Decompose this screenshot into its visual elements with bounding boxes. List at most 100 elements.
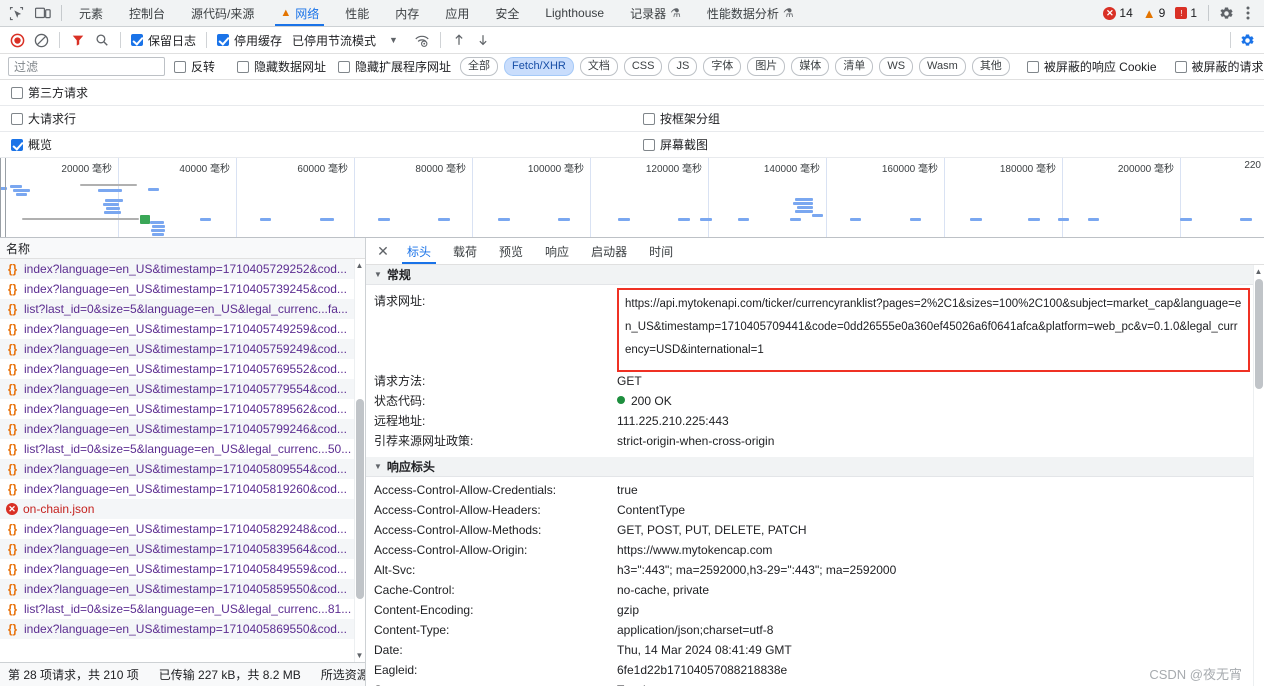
tab-security[interactable]: 安全 <box>482 0 532 26</box>
table-row[interactable]: {} index?language=en_US&timestamp=171040… <box>0 579 365 599</box>
table-row[interactable]: {} index?language=en_US&timestamp=171040… <box>0 259 365 279</box>
disable-cache-checkbox[interactable]: 停用缓存 <box>214 32 285 49</box>
more-options-icon[interactable] <box>1238 3 1258 23</box>
overview-selection-handle[interactable] <box>0 158 6 237</box>
clear-button[interactable] <box>30 29 52 51</box>
tab-elements[interactable]: ▲ 元素 <box>66 0 116 26</box>
tab-lighthouse[interactable]: Lighthouse <box>532 0 617 26</box>
export-har-icon[interactable] <box>472 29 494 51</box>
preserve-log-checkbox[interactable]: 保留日志 <box>128 32 199 49</box>
tab-network[interactable]: ▲ 网络 <box>267 0 332 26</box>
import-har-icon[interactable] <box>448 29 470 51</box>
header-key: Cache-Control: <box>374 583 455 597</box>
filter-type-wasm[interactable]: Wasm <box>919 57 966 76</box>
request-list-scrollbar[interactable]: ▲ ▼ <box>354 259 365 662</box>
scrollbar-thumb[interactable] <box>1255 279 1263 389</box>
filter-input[interactable] <box>8 57 165 76</box>
request-count-status: 第 28 项请求，共 210 项 <box>8 668 139 682</box>
hide-data-urls-checkbox[interactable]: 隐藏数据网址 <box>234 58 329 75</box>
network-status-bar: 第 28 项请求，共 210 项 已传输 227 kB，共 8.2 MB 所选资… <box>0 662 365 686</box>
filter-type-all[interactable]: 全部 <box>460 57 499 76</box>
table-row[interactable]: {} index?language=en_US&timestamp=171040… <box>0 319 365 339</box>
table-row[interactable]: {} index?language=en_US&timestamp=171040… <box>0 419 365 439</box>
table-row[interactable]: {} index?language=en_US&timestamp=171040… <box>0 459 365 479</box>
table-row[interactable]: {} index?language=en_US&timestamp=171040… <box>0 539 365 559</box>
filter-type-manifest[interactable]: 清单 <box>835 57 874 76</box>
table-row[interactable]: {} index?language=en_US&timestamp=171040… <box>0 379 365 399</box>
tab-payload[interactable]: 载荷 <box>442 238 488 264</box>
network-settings-gear-icon[interactable] <box>1236 29 1258 51</box>
tab-label: 网络 <box>295 6 320 21</box>
table-row[interactable]: {} list?last_id=0&size=5&language=en_US&… <box>0 439 365 459</box>
tab-response[interactable]: 响应 <box>534 238 580 264</box>
filter-type-css[interactable]: CSS <box>623 57 663 76</box>
header-key: Content-Type: <box>374 623 450 637</box>
table-row[interactable]: {} index?language=en_US&timestamp=171040… <box>0 479 365 499</box>
network-overview-timeline[interactable]: 20000 毫秒 40000 毫秒 60000 毫秒 80000 毫秒 1000… <box>0 158 1264 238</box>
tab-performance[interactable]: 性能 <box>332 0 382 26</box>
scroll-up-arrow-icon[interactable]: ▲ <box>1254 267 1263 276</box>
tab-sources[interactable]: 源代码/来源 <box>178 0 267 26</box>
request-list[interactable]: {} index?language=en_US&timestamp=171040… <box>0 259 365 662</box>
filter-type-other[interactable]: 其他 <box>971 57 1010 76</box>
big-request-rows-checkbox[interactable]: 大请求行 <box>8 110 79 127</box>
tab-performance-insights[interactable]: 性能数据分析 ⚗ <box>694 0 807 26</box>
details-scrollbar[interactable]: ▲ <box>1253 265 1264 686</box>
scroll-down-arrow-icon[interactable]: ▼ <box>355 651 364 660</box>
table-row[interactable]: ✕ on-chain.json <box>0 499 365 519</box>
filter-type-doc[interactable]: 文档 <box>579 57 618 76</box>
table-row[interactable]: {} index?language=en_US&timestamp=171040… <box>0 559 365 579</box>
table-row[interactable]: {} index?language=en_US&timestamp=171040… <box>0 399 365 419</box>
tab-timing[interactable]: 时间 <box>638 238 684 264</box>
table-row[interactable]: {} index?language=en_US&timestamp=171040… <box>0 359 365 379</box>
response-headers-section-header[interactable]: ▼ 响应标头 <box>366 457 1264 477</box>
screenshots-checkbox[interactable]: 屏幕截图 <box>640 136 711 153</box>
overview-checkbox[interactable]: 概览 <box>8 136 55 153</box>
filter-type-img[interactable]: 图片 <box>747 57 786 76</box>
warning-count-badge[interactable]: ▲ 9 <box>1139 6 1170 21</box>
record-button[interactable] <box>6 29 28 51</box>
tab-recorder[interactable]: 记录器 ⚗ <box>617 0 694 26</box>
tab-headers[interactable]: 标头 <box>396 238 442 264</box>
filter-type-ws[interactable]: WS <box>879 57 914 76</box>
device-toolbar-icon[interactable] <box>33 3 53 23</box>
invert-checkbox[interactable]: 反转 <box>171 58 218 75</box>
filter-type-fetch-xhr[interactable]: Fetch/XHR <box>504 57 574 76</box>
throttling-select[interactable]: 已停用节流模式 ▼ <box>287 32 401 49</box>
request-name: index?language=en_US&timestamp=171040586… <box>24 622 347 636</box>
hide-extension-urls-checkbox[interactable]: 隐藏扩展程序网址 <box>335 58 454 75</box>
tab-preview[interactable]: 预览 <box>488 238 534 264</box>
request-name: index?language=en_US&timestamp=171040579… <box>24 422 347 436</box>
table-row[interactable]: {} index?language=en_US&timestamp=171040… <box>0 339 365 359</box>
tab-application[interactable]: 应用 <box>432 0 482 26</box>
blocked-requests-checkbox[interactable]: 被屏蔽的请求 <box>1172 58 1264 75</box>
scroll-up-arrow-icon[interactable]: ▲ <box>355 261 364 270</box>
status-code-text: 200 OK <box>631 394 672 408</box>
network-conditions-icon[interactable] <box>411 29 433 51</box>
filter-type-media[interactable]: 媒体 <box>791 57 830 76</box>
filter-type-js[interactable]: JS <box>668 57 698 76</box>
inspect-element-icon[interactable] <box>6 3 26 23</box>
request-name: index?language=en_US&timestamp=171040576… <box>24 362 347 376</box>
table-row[interactable]: {} index?language=en_US&timestamp=171040… <box>0 619 365 639</box>
issue-count-badge[interactable]: ! 1 <box>1171 6 1201 20</box>
filter-type-font[interactable]: 字体 <box>703 57 742 76</box>
table-row[interactable]: {} index?language=en_US&timestamp=171040… <box>0 519 365 539</box>
table-row[interactable]: {} list?last_id=0&size=5&language=en_US&… <box>0 299 365 319</box>
error-count-badge[interactable]: ✕ 14 <box>1099 6 1136 20</box>
third-party-checkbox[interactable]: 第三方请求 <box>8 84 91 101</box>
scrollbar-thumb[interactable] <box>356 399 364 599</box>
settings-gear-icon[interactable] <box>1216 3 1236 23</box>
tab-initiator[interactable]: 启动器 <box>580 238 638 264</box>
filter-icon[interactable] <box>67 29 89 51</box>
search-icon[interactable] <box>91 29 113 51</box>
close-icon[interactable]: ✕ <box>370 238 396 264</box>
general-section-header[interactable]: ▼ 常规 <box>366 265 1264 285</box>
table-row[interactable]: {} list?last_id=0&size=5&language=en_US&… <box>0 599 365 619</box>
tab-memory[interactable]: 内存 <box>382 0 432 26</box>
blocked-cookies-checkbox[interactable]: 被屏蔽的响应 Cookie <box>1024 58 1160 75</box>
table-row[interactable]: {} index?language=en_US&timestamp=171040… <box>0 279 365 299</box>
group-by-frame-checkbox[interactable]: 按框架分组 <box>640 110 723 127</box>
table-row: Access-Control-Allow-Methods: GET, POST,… <box>366 520 1264 540</box>
tab-console[interactable]: 控制台 <box>116 0 178 26</box>
